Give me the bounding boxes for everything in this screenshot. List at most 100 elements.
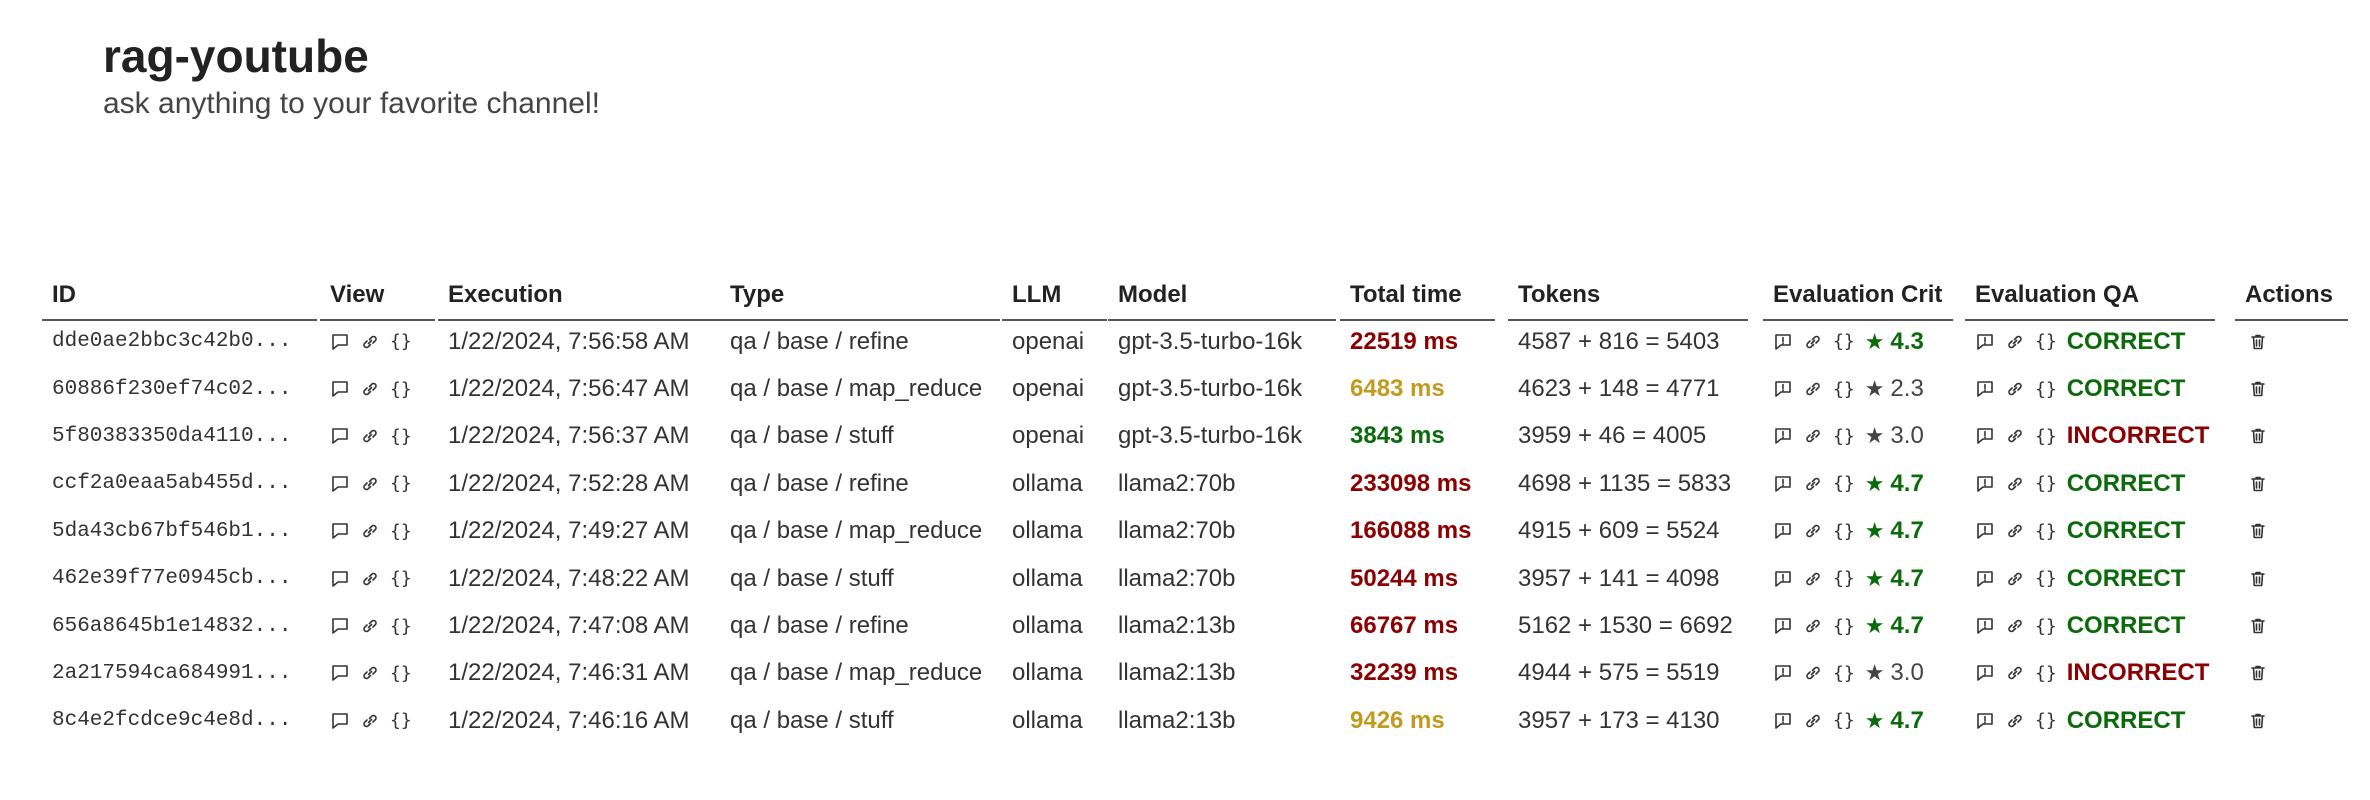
- json-icon[interactable]: {}: [390, 521, 412, 542]
- json-icon[interactable]: {}: [390, 426, 412, 447]
- link-icon[interactable]: [360, 711, 380, 731]
- link-icon[interactable]: [2005, 711, 2025, 731]
- feedback-icon[interactable]: [1975, 332, 1995, 352]
- comment-icon[interactable]: [330, 474, 350, 494]
- feedback-icon[interactable]: [1975, 711, 1995, 731]
- trash-icon[interactable]: [2247, 520, 2269, 542]
- link-icon[interactable]: [360, 332, 380, 352]
- json-icon[interactable]: {}: [390, 379, 412, 400]
- trash-icon[interactable]: [2247, 662, 2269, 684]
- json-icon[interactable]: {}: [390, 710, 412, 731]
- link-icon[interactable]: [360, 616, 380, 636]
- header-llm[interactable]: LLM: [1002, 272, 1107, 321]
- json-icon[interactable]: {}: [2035, 521, 2057, 542]
- link-icon[interactable]: [1803, 663, 1823, 683]
- json-icon[interactable]: {}: [390, 473, 412, 494]
- trash-icon[interactable]: [2247, 473, 2269, 495]
- feedback-icon[interactable]: [1773, 711, 1793, 731]
- feedback-icon[interactable]: [1773, 521, 1793, 541]
- json-icon[interactable]: {}: [2035, 331, 2057, 352]
- feedback-icon[interactable]: [1975, 474, 1995, 494]
- link-icon[interactable]: [1803, 426, 1823, 446]
- link-icon[interactable]: [1803, 332, 1823, 352]
- link-icon[interactable]: [2005, 616, 2025, 636]
- header-id[interactable]: ID: [42, 272, 317, 321]
- header-type[interactable]: Type: [720, 272, 1000, 321]
- json-icon[interactable]: {}: [2035, 710, 2057, 731]
- json-icon[interactable]: {}: [1833, 521, 1855, 542]
- feedback-icon[interactable]: [1773, 474, 1793, 494]
- json-icon[interactable]: {}: [1833, 426, 1855, 447]
- header-eval-crit[interactable]: Evaluation Crit: [1763, 272, 1953, 321]
- link-icon[interactable]: [1803, 711, 1823, 731]
- feedback-icon[interactable]: [1773, 569, 1793, 589]
- json-icon[interactable]: {}: [2035, 568, 2057, 589]
- header-model[interactable]: Model: [1108, 272, 1336, 321]
- link-icon[interactable]: [1803, 569, 1823, 589]
- json-icon[interactable]: {}: [1833, 379, 1855, 400]
- link-icon[interactable]: [2005, 474, 2025, 494]
- comment-icon[interactable]: [330, 663, 350, 683]
- feedback-icon[interactable]: [1773, 379, 1793, 399]
- json-icon[interactable]: {}: [1833, 331, 1855, 352]
- feedback-icon[interactable]: [1773, 426, 1793, 446]
- link-icon[interactable]: [360, 426, 380, 446]
- json-icon[interactable]: {}: [1833, 616, 1855, 637]
- json-icon[interactable]: {}: [2035, 426, 2057, 447]
- link-icon[interactable]: [1803, 474, 1823, 494]
- trash-icon[interactable]: [2247, 568, 2269, 590]
- header-eval-qa[interactable]: Evaluation QA: [1965, 272, 2215, 321]
- feedback-icon[interactable]: [1773, 616, 1793, 636]
- link-icon[interactable]: [360, 379, 380, 399]
- link-icon[interactable]: [360, 663, 380, 683]
- trash-icon[interactable]: [2247, 378, 2269, 400]
- link-icon[interactable]: [360, 521, 380, 541]
- json-icon[interactable]: {}: [390, 331, 412, 352]
- feedback-icon[interactable]: [1975, 663, 1995, 683]
- link-icon[interactable]: [2005, 426, 2025, 446]
- feedback-icon[interactable]: [1773, 332, 1793, 352]
- json-icon[interactable]: {}: [1833, 710, 1855, 731]
- json-icon[interactable]: {}: [1833, 663, 1855, 684]
- header-execution[interactable]: Execution: [438, 272, 720, 321]
- link-icon[interactable]: [360, 474, 380, 494]
- link-icon[interactable]: [2005, 332, 2025, 352]
- comment-icon[interactable]: [330, 332, 350, 352]
- comment-icon[interactable]: [330, 379, 350, 399]
- comment-icon[interactable]: [330, 521, 350, 541]
- feedback-icon[interactable]: [1975, 616, 1995, 636]
- json-icon[interactable]: {}: [390, 568, 412, 589]
- link-icon[interactable]: [2005, 663, 2025, 683]
- comment-icon[interactable]: [330, 426, 350, 446]
- feedback-icon[interactable]: [1975, 426, 1995, 446]
- header-tokens[interactable]: Tokens: [1508, 272, 1748, 321]
- trash-icon[interactable]: [2247, 331, 2269, 353]
- trash-icon[interactable]: [2247, 425, 2269, 447]
- json-icon[interactable]: {}: [2035, 616, 2057, 637]
- link-icon[interactable]: [2005, 521, 2025, 541]
- feedback-icon[interactable]: [1773, 663, 1793, 683]
- feedback-icon[interactable]: [1975, 379, 1995, 399]
- json-icon[interactable]: {}: [390, 663, 412, 684]
- json-icon[interactable]: {}: [2035, 379, 2057, 400]
- feedback-icon[interactable]: [1975, 521, 1995, 541]
- json-icon[interactable]: {}: [390, 616, 412, 637]
- link-icon[interactable]: [1803, 521, 1823, 541]
- link-icon[interactable]: [2005, 569, 2025, 589]
- header-total-time[interactable]: Total time: [1340, 272, 1495, 321]
- link-icon[interactable]: [1803, 616, 1823, 636]
- trash-icon[interactable]: [2247, 710, 2269, 732]
- link-icon[interactable]: [360, 569, 380, 589]
- comment-icon[interactable]: [330, 569, 350, 589]
- json-icon[interactable]: {}: [2035, 473, 2057, 494]
- json-icon[interactable]: {}: [1833, 473, 1855, 494]
- json-icon[interactable]: {}: [1833, 568, 1855, 589]
- feedback-icon[interactable]: [1975, 569, 1995, 589]
- trash-icon[interactable]: [2247, 615, 2269, 637]
- comment-icon[interactable]: [330, 616, 350, 636]
- link-icon[interactable]: [2005, 379, 2025, 399]
- header-view[interactable]: View: [320, 272, 435, 321]
- comment-icon[interactable]: [330, 711, 350, 731]
- link-icon[interactable]: [1803, 379, 1823, 399]
- json-icon[interactable]: {}: [2035, 663, 2057, 684]
